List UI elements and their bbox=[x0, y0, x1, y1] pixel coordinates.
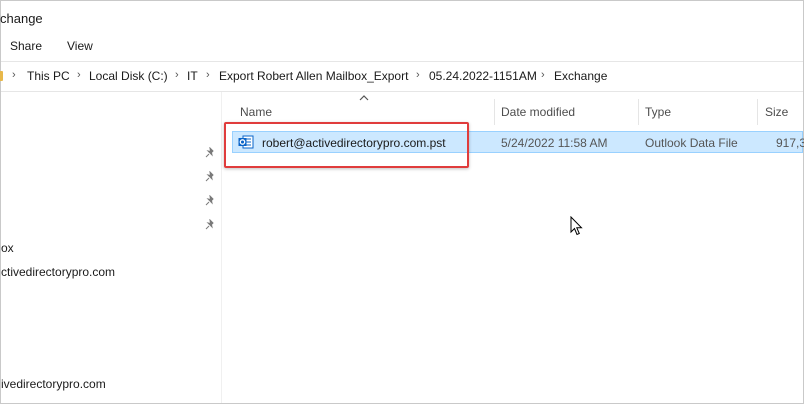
nav-item-mailbox[interactable]: ox bbox=[1, 241, 14, 255]
column-header-type[interactable]: Type bbox=[645, 105, 671, 119]
column-header-date-modified[interactable]: Date modified bbox=[501, 105, 575, 119]
pin-icon[interactable] bbox=[204, 147, 216, 159]
column-divider[interactable] bbox=[494, 99, 495, 125]
breadcrumb-date-folder[interactable]: 05.24.2022-1151AM bbox=[429, 69, 537, 83]
column-header-name[interactable]: Name bbox=[240, 105, 272, 119]
address-bar[interactable]: › This PC › Local Disk (C:) › IT › Expor… bbox=[0, 65, 803, 89]
window-title: change bbox=[0, 11, 43, 26]
file-size: 917,3 bbox=[776, 136, 804, 150]
annotation-highlight-box bbox=[224, 122, 469, 168]
pane-splitter[interactable] bbox=[221, 92, 222, 403]
navigation-pane: ox ctivedirectorypro.com ivedirectorypro… bbox=[1, 92, 221, 403]
sort-up-icon bbox=[359, 95, 369, 101]
file-date-modified: 5/24/2022 11:58 AM bbox=[501, 136, 608, 150]
ribbon-divider bbox=[1, 61, 803, 62]
breadcrumb-chevron-icon: › bbox=[541, 69, 545, 81]
tab-view[interactable]: View bbox=[67, 39, 93, 53]
breadcrumb-it[interactable]: IT bbox=[187, 69, 198, 83]
breadcrumb-chevron-icon: › bbox=[77, 69, 81, 81]
breadcrumb-chevron-icon: › bbox=[12, 69, 16, 81]
column-divider[interactable] bbox=[757, 99, 758, 125]
breadcrumb-this-pc[interactable]: This PC bbox=[27, 69, 70, 83]
mouse-cursor-icon bbox=[570, 216, 583, 236]
pin-icon[interactable] bbox=[204, 219, 216, 231]
breadcrumb-exchange[interactable]: Exchange bbox=[554, 69, 607, 83]
file-type: Outlook Data File bbox=[645, 136, 738, 150]
pin-icon[interactable] bbox=[204, 171, 216, 183]
tab-share[interactable]: Share bbox=[10, 39, 42, 53]
column-divider[interactable] bbox=[638, 99, 639, 125]
explorer-window: change Share View › This PC › Local Disk… bbox=[0, 0, 804, 404]
folder-icon bbox=[0, 71, 3, 81]
breadcrumb-local-disk[interactable]: Local Disk (C:) bbox=[89, 69, 168, 83]
breadcrumb-export-folder[interactable]: Export Robert Allen Mailbox_Export bbox=[219, 69, 408, 83]
pin-icon[interactable] bbox=[204, 195, 216, 207]
breadcrumb-chevron-icon: › bbox=[206, 69, 210, 81]
breadcrumb-chevron-icon: › bbox=[175, 69, 179, 81]
nav-item-account[interactable]: ctivedirectorypro.com bbox=[1, 265, 115, 279]
breadcrumb-chevron-icon: › bbox=[416, 69, 420, 81]
column-header-size[interactable]: Size bbox=[765, 105, 788, 119]
nav-item-account-2[interactable]: ivedirectorypro.com bbox=[1, 377, 106, 391]
